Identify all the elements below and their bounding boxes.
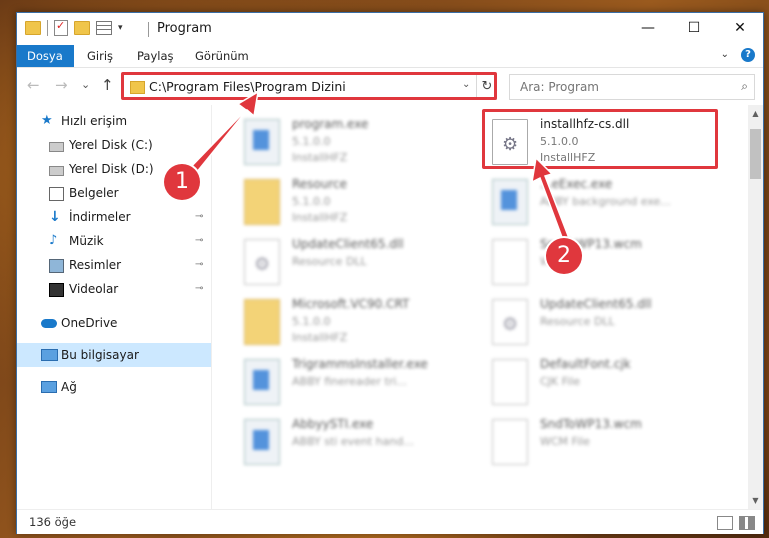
step-badge-1: 1 (164, 164, 200, 200)
step-badge-2: 2 (546, 238, 582, 274)
annotation-arrows (184, 90, 573, 249)
arrow-to-file-icon (531, 156, 573, 249)
arrow-to-address-icon (184, 90, 260, 180)
